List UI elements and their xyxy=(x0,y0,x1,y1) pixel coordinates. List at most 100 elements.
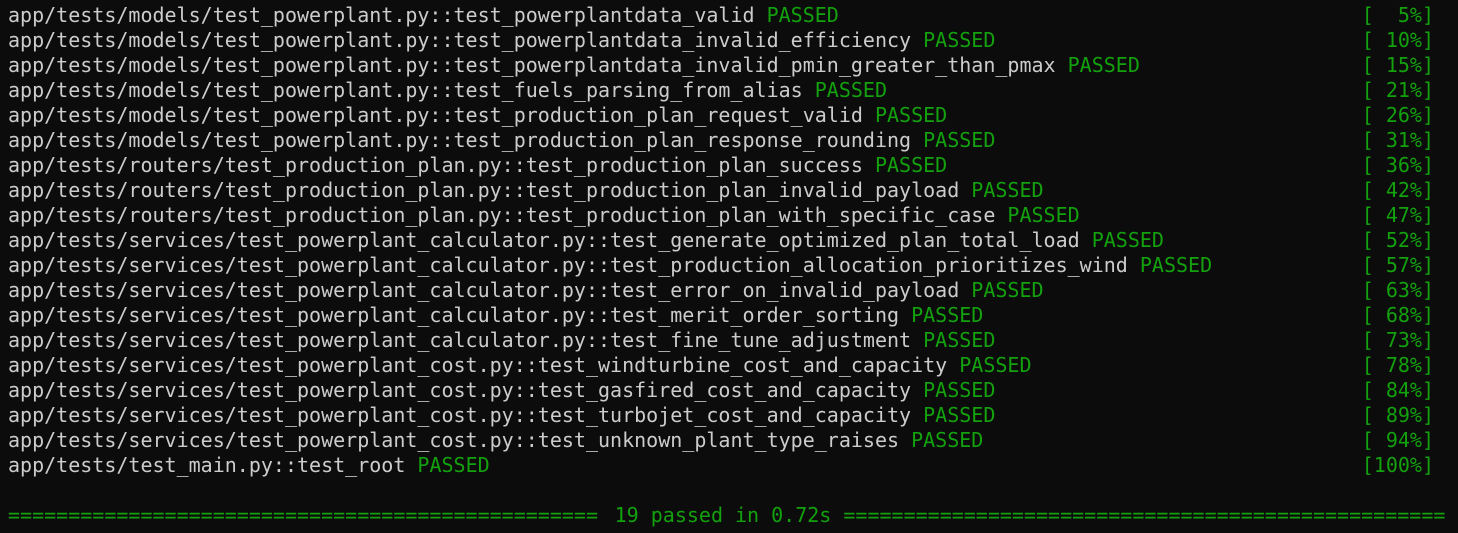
test-result-left: app/tests/services/test_powerplant_cost.… xyxy=(8,378,1362,402)
test-status: PASSED xyxy=(923,127,996,152)
test-result-line: app/tests/services/test_powerplant_calcu… xyxy=(8,227,1434,252)
test-status: PASSED xyxy=(911,302,984,327)
test-result-left: app/tests/test_main.py::test_root PASSED xyxy=(8,453,1362,477)
test-id: app/tests/models/test_powerplant.py::tes… xyxy=(8,77,803,102)
test-progress: [ 68%] xyxy=(1361,302,1434,327)
test-progress: [100%] xyxy=(1361,452,1434,477)
test-status: PASSED xyxy=(911,427,984,452)
test-status: PASSED xyxy=(923,402,996,427)
test-status: PASSED xyxy=(923,27,996,52)
test-id: app/tests/services/test_powerplant_calcu… xyxy=(8,252,1128,277)
test-result-left: app/tests/models/test_powerplant.py::tes… xyxy=(8,128,1362,152)
test-status: PASSED xyxy=(959,352,1032,377)
test-id: app/tests/test_main.py::test_root xyxy=(8,452,406,477)
test-status: PASSED xyxy=(766,2,839,27)
test-status: PASSED xyxy=(874,102,948,127)
test-id: app/tests/routers/test_production_plan.p… xyxy=(8,177,960,202)
test-result-line: app/tests/services/test_powerplant_calcu… xyxy=(8,327,1434,352)
test-status: PASSED xyxy=(971,277,1044,302)
test-result-left: app/tests/services/test_powerplant_cost.… xyxy=(8,428,1362,452)
test-id: app/tests/models/test_powerplant.py::tes… xyxy=(8,2,755,27)
test-result-left: app/tests/services/test_powerplant_calcu… xyxy=(8,303,1362,327)
test-id: app/tests/models/test_powerplant.py::tes… xyxy=(8,102,863,127)
test-results-list: app/tests/models/test_powerplant.py::tes… xyxy=(8,2,1458,477)
test-result-line: app/tests/services/test_powerplant_cost.… xyxy=(8,402,1434,427)
test-result-line: app/tests/routers/test_production_plan.p… xyxy=(8,152,1434,177)
test-result-left: app/tests/models/test_powerplant.py::tes… xyxy=(8,28,1362,52)
test-result-left: app/tests/routers/test_production_plan.p… xyxy=(8,178,1362,202)
test-result-left: app/tests/models/test_powerplant.py::tes… xyxy=(8,78,1362,102)
test-status: PASSED xyxy=(814,77,888,102)
summary-line: ========================================… xyxy=(8,502,1450,527)
test-result-left: app/tests/services/test_powerplant_cost.… xyxy=(8,403,1362,427)
test-result-line: app/tests/models/test_powerplant.py::tes… xyxy=(8,52,1434,77)
test-id: app/tests/routers/test_production_plan.p… xyxy=(8,152,863,177)
test-id: app/tests/services/test_powerplant_cost.… xyxy=(8,427,900,452)
test-result-line: app/tests/routers/test_production_plan.p… xyxy=(8,202,1434,227)
test-result-line: app/tests/models/test_powerplant.py::tes… xyxy=(8,127,1434,152)
test-progress: [ 21%] xyxy=(1361,77,1434,102)
test-id: app/tests/models/test_powerplant.py::tes… xyxy=(8,127,912,152)
test-id: app/tests/services/test_powerplant_calcu… xyxy=(8,302,900,327)
test-status: PASSED xyxy=(923,327,996,352)
test-result-left: app/tests/routers/test_production_plan.p… xyxy=(8,203,1362,227)
test-id: app/tests/models/test_powerplant.py::tes… xyxy=(8,27,912,52)
test-id: app/tests/models/test_powerplant.py::tes… xyxy=(8,52,1056,77)
test-result-left: app/tests/models/test_powerplant.py::tes… xyxy=(8,103,1362,127)
test-result-line: app/tests/models/test_powerplant.py::tes… xyxy=(8,27,1434,52)
test-result-line: app/tests/services/test_powerplant_cost.… xyxy=(8,352,1434,377)
test-progress: [ 47%] xyxy=(1361,202,1434,227)
test-result-left: app/tests/routers/test_production_plan.p… xyxy=(8,153,1362,177)
test-status: PASSED xyxy=(1007,202,1080,227)
test-progress: [ 94%] xyxy=(1361,427,1434,452)
terminal-output: app/tests/models/test_powerplant.py::tes… xyxy=(0,0,1458,533)
test-progress: [ 26%] xyxy=(1361,102,1434,127)
test-status: PASSED xyxy=(1067,52,1140,77)
test-id: app/tests/services/test_powerplant_calcu… xyxy=(8,227,1080,252)
test-progress: [ 52%] xyxy=(1361,227,1434,252)
test-result-line: app/tests/services/test_powerplant_calcu… xyxy=(8,302,1434,327)
test-result-left: app/tests/services/test_powerplant_calcu… xyxy=(8,253,1362,277)
test-status: PASSED xyxy=(874,152,948,177)
summary-rule-left: ========================================… xyxy=(8,502,599,527)
test-id: app/tests/services/test_powerplant_calcu… xyxy=(8,327,912,352)
test-progress: [ 63%] xyxy=(1361,277,1434,302)
test-result-line: app/tests/routers/test_production_plan.p… xyxy=(8,177,1434,202)
test-status: PASSED xyxy=(1091,227,1164,252)
test-result-left: app/tests/models/test_powerplant.py::tes… xyxy=(8,53,1362,77)
test-result-left: app/tests/services/test_powerplant_cost.… xyxy=(8,353,1362,377)
test-result-line: app/tests/models/test_powerplant.py::tes… xyxy=(8,77,1434,102)
test-result-line: app/tests/services/test_powerplant_calcu… xyxy=(8,277,1434,302)
test-progress: [ 36%] xyxy=(1361,152,1434,177)
test-status: PASSED xyxy=(1139,252,1213,277)
test-result-left: app/tests/services/test_powerplant_calcu… xyxy=(8,228,1362,252)
test-id: app/tests/services/test_powerplant_cost.… xyxy=(8,377,912,402)
test-status: PASSED xyxy=(417,452,490,477)
test-result-line: app/tests/services/test_powerplant_cost.… xyxy=(8,427,1434,452)
summary-text: 19 passed in 0.72s xyxy=(614,502,832,527)
test-result-left: app/tests/models/test_powerplant.py::tes… xyxy=(8,3,1362,27)
test-id: app/tests/services/test_powerplant_calcu… xyxy=(8,277,960,302)
test-id: app/tests/routers/test_production_plan.p… xyxy=(8,202,996,227)
test-result-line: app/tests/services/test_powerplant_cost.… xyxy=(8,377,1434,402)
test-progress: [ 89%] xyxy=(1361,402,1434,427)
test-id: app/tests/services/test_powerplant_cost.… xyxy=(8,352,948,377)
test-progress: [ 73%] xyxy=(1361,327,1434,352)
test-id: app/tests/services/test_powerplant_cost.… xyxy=(8,402,912,427)
test-progress: [ 57%] xyxy=(1361,252,1434,277)
test-progress: [ 84%] xyxy=(1361,377,1434,402)
test-result-line: app/tests/test_main.py::test_root PASSED… xyxy=(8,452,1434,477)
test-result-line: app/tests/models/test_powerplant.py::tes… xyxy=(8,102,1434,127)
test-progress: [ 15%] xyxy=(1361,52,1434,77)
test-progress: [ 31%] xyxy=(1361,127,1434,152)
test-progress: [ 10%] xyxy=(1361,27,1434,52)
test-progress: [ 42%] xyxy=(1361,177,1434,202)
test-result-line: app/tests/models/test_powerplant.py::tes… xyxy=(8,2,1434,27)
test-result-line: app/tests/services/test_powerplant_calcu… xyxy=(8,252,1434,277)
test-status: PASSED xyxy=(971,177,1044,202)
test-result-left: app/tests/services/test_powerplant_calcu… xyxy=(8,328,1362,352)
test-result-left: app/tests/services/test_powerplant_calcu… xyxy=(8,278,1362,302)
summary-rule-right: ========================================… xyxy=(843,502,1446,527)
test-progress: [ 78%] xyxy=(1361,352,1434,377)
